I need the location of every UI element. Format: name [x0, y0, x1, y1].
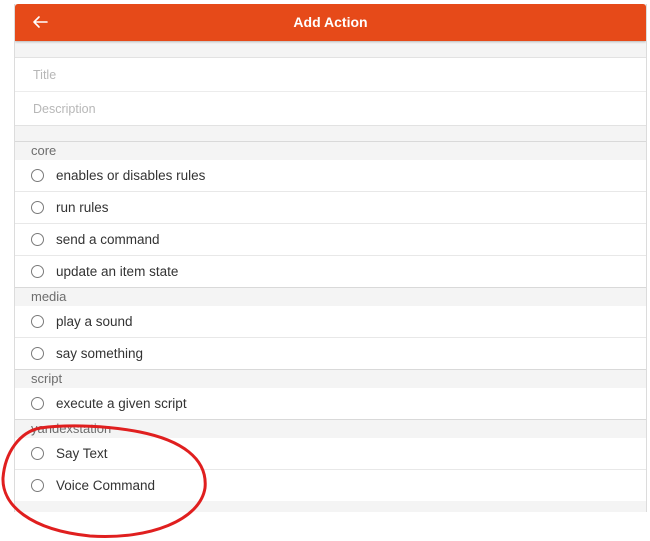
header-bar: Add Action [15, 4, 646, 41]
group-label-core: core [15, 141, 646, 160]
form-fields [15, 57, 646, 126]
action-option[interactable]: update an item state [15, 256, 646, 287]
action-option[interactable]: play a sound [15, 306, 646, 338]
group-label-script: script [15, 369, 646, 388]
group-label-yandexstation: yandexstation [15, 419, 646, 438]
action-option[interactable]: enables or disables rules [15, 160, 646, 192]
action-option-label: update an item state [56, 264, 179, 279]
radio-button[interactable] [31, 315, 44, 328]
page-title: Add Action [293, 14, 368, 30]
radio-button[interactable] [31, 397, 44, 410]
action-option-label: send a command [56, 232, 160, 247]
action-option-label: enables or disables rules [56, 168, 206, 183]
title-field-row [15, 58, 646, 92]
spacer [15, 41, 646, 57]
action-option[interactable]: run rules [15, 192, 646, 224]
action-option[interactable]: say something [15, 338, 646, 369]
action-option[interactable]: Say Text [15, 438, 646, 470]
group-label-media: media [15, 287, 646, 306]
radio-button[interactable] [31, 479, 44, 492]
radio-button[interactable] [31, 233, 44, 246]
add-action-panel: Add Action core enables or disables rule… [14, 4, 647, 512]
radio-button[interactable] [31, 347, 44, 360]
action-option-label: say something [56, 346, 144, 361]
action-option-label: play a sound [56, 314, 133, 329]
action-option-label: execute a given script [56, 396, 187, 411]
radio-button[interactable] [31, 265, 44, 278]
description-input[interactable] [31, 100, 595, 117]
title-input[interactable] [31, 66, 595, 83]
spacer [15, 501, 646, 512]
group-core-list: enables or disables rules run rules send… [15, 160, 646, 287]
action-option-label: Voice Command [56, 478, 156, 493]
group-yandexstation-list: Say Text Voice Command [15, 438, 646, 501]
radio-button[interactable] [31, 201, 44, 214]
action-option-label: Say Text [56, 446, 108, 461]
radio-button[interactable] [31, 169, 44, 182]
action-option-label: run rules [56, 200, 109, 215]
description-field-row [15, 92, 646, 125]
action-option[interactable]: execute a given script [15, 388, 646, 419]
group-media-list: play a sound say something [15, 306, 646, 369]
action-option[interactable]: Voice Command [15, 470, 646, 501]
group-script-list: execute a given script [15, 388, 646, 419]
radio-button[interactable] [31, 447, 44, 460]
spacer [15, 126, 646, 141]
action-option[interactable]: send a command [15, 224, 646, 256]
